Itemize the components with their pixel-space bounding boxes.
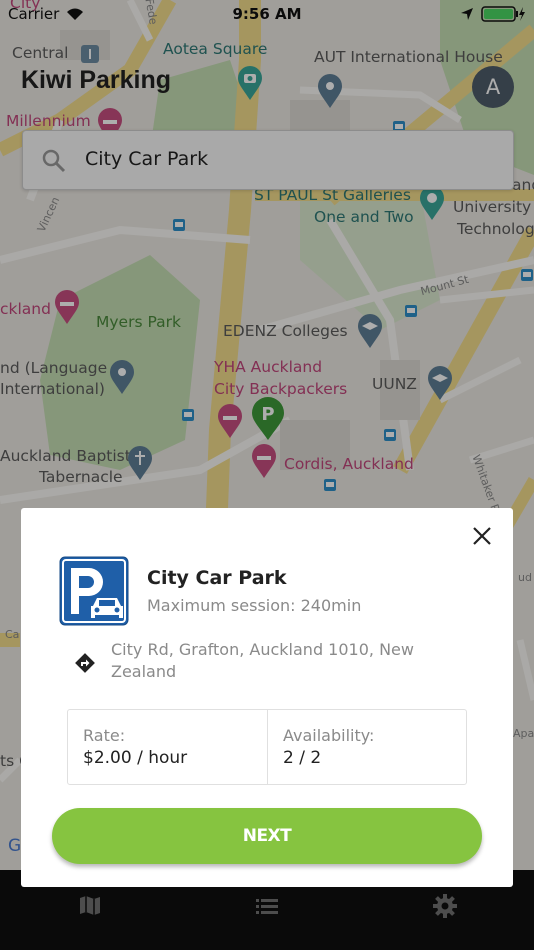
max-session-text: Maximum session: 240min (147, 596, 362, 615)
close-icon[interactable] (470, 524, 494, 548)
map-icon[interactable] (79, 894, 101, 916)
car-park-address: City Rd, Grafton, Auckland 1010, New Zea… (111, 640, 414, 681)
parking-logo-icon (59, 556, 129, 626)
rate-availability-box: Rate: $2.00 / hour Availability: 2 / 2 (67, 709, 467, 785)
availability-section: Availability: 2 / 2 (268, 710, 466, 784)
rate-label: Rate: (83, 726, 126, 745)
availability-label: Availability: (283, 726, 375, 745)
gear-icon[interactable] (433, 894, 457, 918)
rate-value: $2.00 / hour (83, 748, 188, 768)
list-icon[interactable] (256, 898, 278, 914)
directions-icon (75, 653, 95, 673)
next-button[interactable]: NEXT (52, 808, 482, 864)
rate-section: Rate: $2.00 / hour (68, 710, 268, 784)
availability-value: 2 / 2 (283, 748, 322, 768)
car-park-popup: City Car Park Maximum session: 240min Ci… (21, 508, 513, 887)
car-park-name: City Car Park (147, 567, 287, 589)
